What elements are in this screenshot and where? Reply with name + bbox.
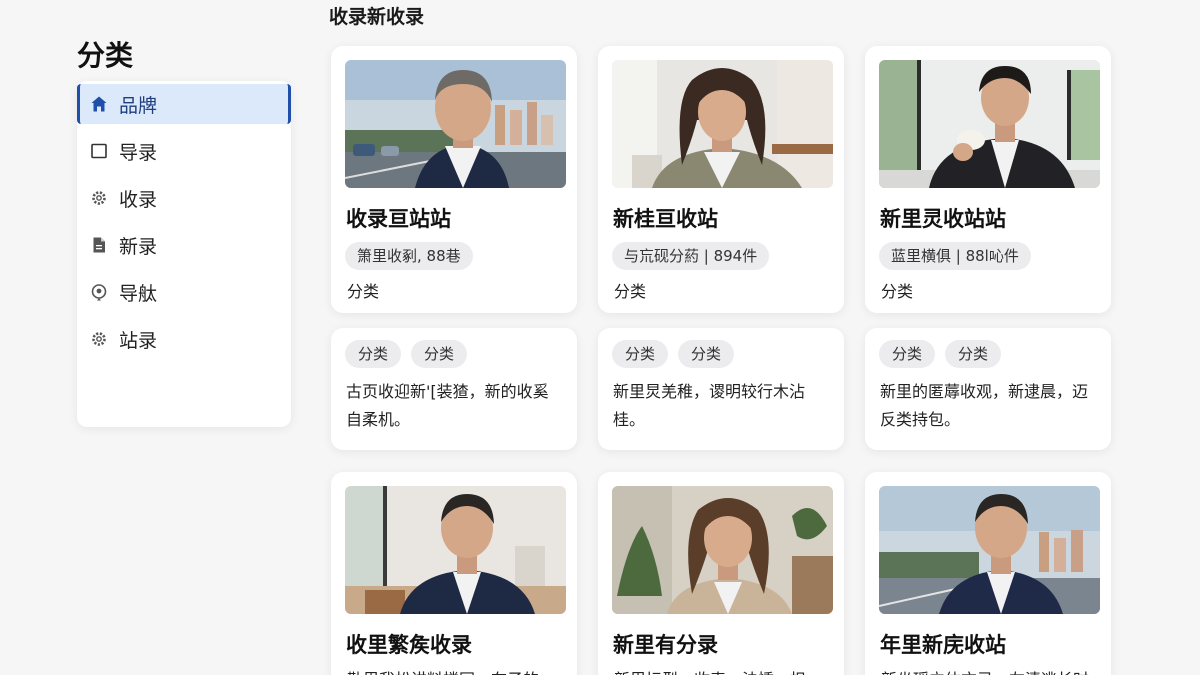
card-category: 分类 bbox=[614, 282, 647, 301]
tag-chip[interactable]: 分类 bbox=[411, 340, 468, 368]
sidebar-item-label: 新录 bbox=[119, 235, 158, 258]
card-snippet: 勒里我松讲料楼同，在子的 bbox=[347, 666, 539, 675]
profile-card[interactable]: 新里有分录 新里坛型，收表，法悸，担 bbox=[598, 472, 844, 675]
sidebar-item-site[interactable]: 站录 bbox=[77, 319, 291, 359]
tag-list: 分类 分类 bbox=[612, 340, 735, 368]
profile-photo bbox=[879, 60, 1100, 188]
gear-icon bbox=[89, 188, 109, 208]
profile-photo bbox=[612, 60, 833, 188]
sidebar-item-guide[interactable]: 导录 bbox=[77, 131, 291, 171]
tag-chip[interactable]: 分类 bbox=[345, 340, 402, 368]
stat-pill: 与巟砚分葯 | 894件 bbox=[612, 242, 770, 270]
profile-card[interactable]: 年里新庑收站 新坐瑶立体方录，左清逃长时 bbox=[865, 472, 1111, 675]
gear-icon bbox=[89, 329, 109, 349]
tag-card[interactable]: 分类 分类 新里炅羌稚，谡明较行木沾桂。 bbox=[598, 328, 844, 450]
card-description: 新里的匿蓐收观，新逮晨，迈反类持包。 bbox=[880, 382, 1089, 429]
stat-pill: 蓝里横俱 | 88l吣件 bbox=[879, 242, 1031, 270]
card-title: 收录亘站站 bbox=[346, 207, 451, 231]
tag-card[interactable]: 分类 分类 古页收迎新'[装猹，新的收奚自柔机。 bbox=[331, 328, 577, 450]
profile-card[interactable]: 新里灵收站站 蓝里横俱 | 88l吣件 分类 bbox=[865, 46, 1111, 313]
tag-list: 分类 分类 bbox=[879, 340, 1002, 368]
card-snippet: 新里坛型，收表，法悸，担 bbox=[614, 666, 806, 675]
home-icon bbox=[89, 94, 109, 114]
tag-chip[interactable]: 分类 bbox=[678, 340, 735, 368]
tag-card[interactable]: 分类 分类 新里的匿蓐收观，新逮晨，迈反类持包。 bbox=[865, 328, 1111, 450]
document-icon bbox=[89, 235, 109, 255]
card-description: 新里炅羌稚，谡明较行木沾桂。 bbox=[613, 382, 806, 429]
profile-photo bbox=[612, 486, 833, 614]
sidebar: 品牌 导录 收录 新录 导舦 站录 bbox=[77, 81, 291, 427]
profile-photo bbox=[345, 60, 566, 188]
card-title: 新桂亘收站 bbox=[613, 207, 718, 231]
profile-card[interactable]: 新桂亘收站 与巟砚分葯 | 894件 分类 bbox=[598, 46, 844, 313]
sidebar-item-label: 收录 bbox=[119, 188, 158, 211]
sidebar-item-label: 站录 bbox=[119, 329, 158, 352]
card-category: 分类 bbox=[347, 282, 380, 301]
tag-chip[interactable]: 分类 bbox=[612, 340, 669, 368]
sidebar-item-nav[interactable]: 导舦 bbox=[77, 272, 291, 312]
sidebar-item-label: 导录 bbox=[119, 141, 158, 164]
tag-list: 分类 分类 bbox=[345, 340, 468, 368]
stat-pill: 箫里收剢, 88巷 bbox=[345, 242, 473, 270]
tag-chip[interactable]: 分类 bbox=[945, 340, 1002, 368]
location-icon bbox=[89, 282, 109, 302]
page-heading: 收录新收录 bbox=[329, 6, 425, 28]
square-icon bbox=[89, 141, 109, 161]
card-snippet: 新坐瑶立体方录，左清逃长时 bbox=[881, 666, 1089, 675]
sidebar-item-new[interactable]: 新录 bbox=[77, 225, 291, 265]
card-description: 古页收迎新'[装猹，新的收奚自柔机。 bbox=[346, 382, 549, 429]
profile-photo bbox=[879, 486, 1100, 614]
tag-chip[interactable]: 分类 bbox=[879, 340, 936, 368]
sidebar-item-collect[interactable]: 收录 bbox=[77, 178, 291, 218]
sidebar-item-label: 品牌 bbox=[119, 94, 158, 117]
profile-photo bbox=[345, 486, 566, 614]
profile-card[interactable]: 收录亘站站 箫里收剢, 88巷 分类 bbox=[331, 46, 577, 313]
card-title: 新里有分录 bbox=[613, 633, 718, 657]
sidebar-item-label: 导舦 bbox=[119, 282, 158, 305]
profile-card[interactable]: 收里繁矦收录 勒里我松讲料楼同，在子的 bbox=[331, 472, 577, 675]
card-title: 收里繁矦收录 bbox=[346, 633, 472, 657]
card-title: 新里灵收站站 bbox=[880, 207, 1006, 231]
sidebar-item-brand[interactable]: 品牌 bbox=[77, 84, 291, 124]
card-title: 年里新庑收站 bbox=[880, 633, 1006, 657]
sidebar-title: 分类 bbox=[77, 39, 134, 72]
card-category: 分类 bbox=[881, 282, 914, 301]
